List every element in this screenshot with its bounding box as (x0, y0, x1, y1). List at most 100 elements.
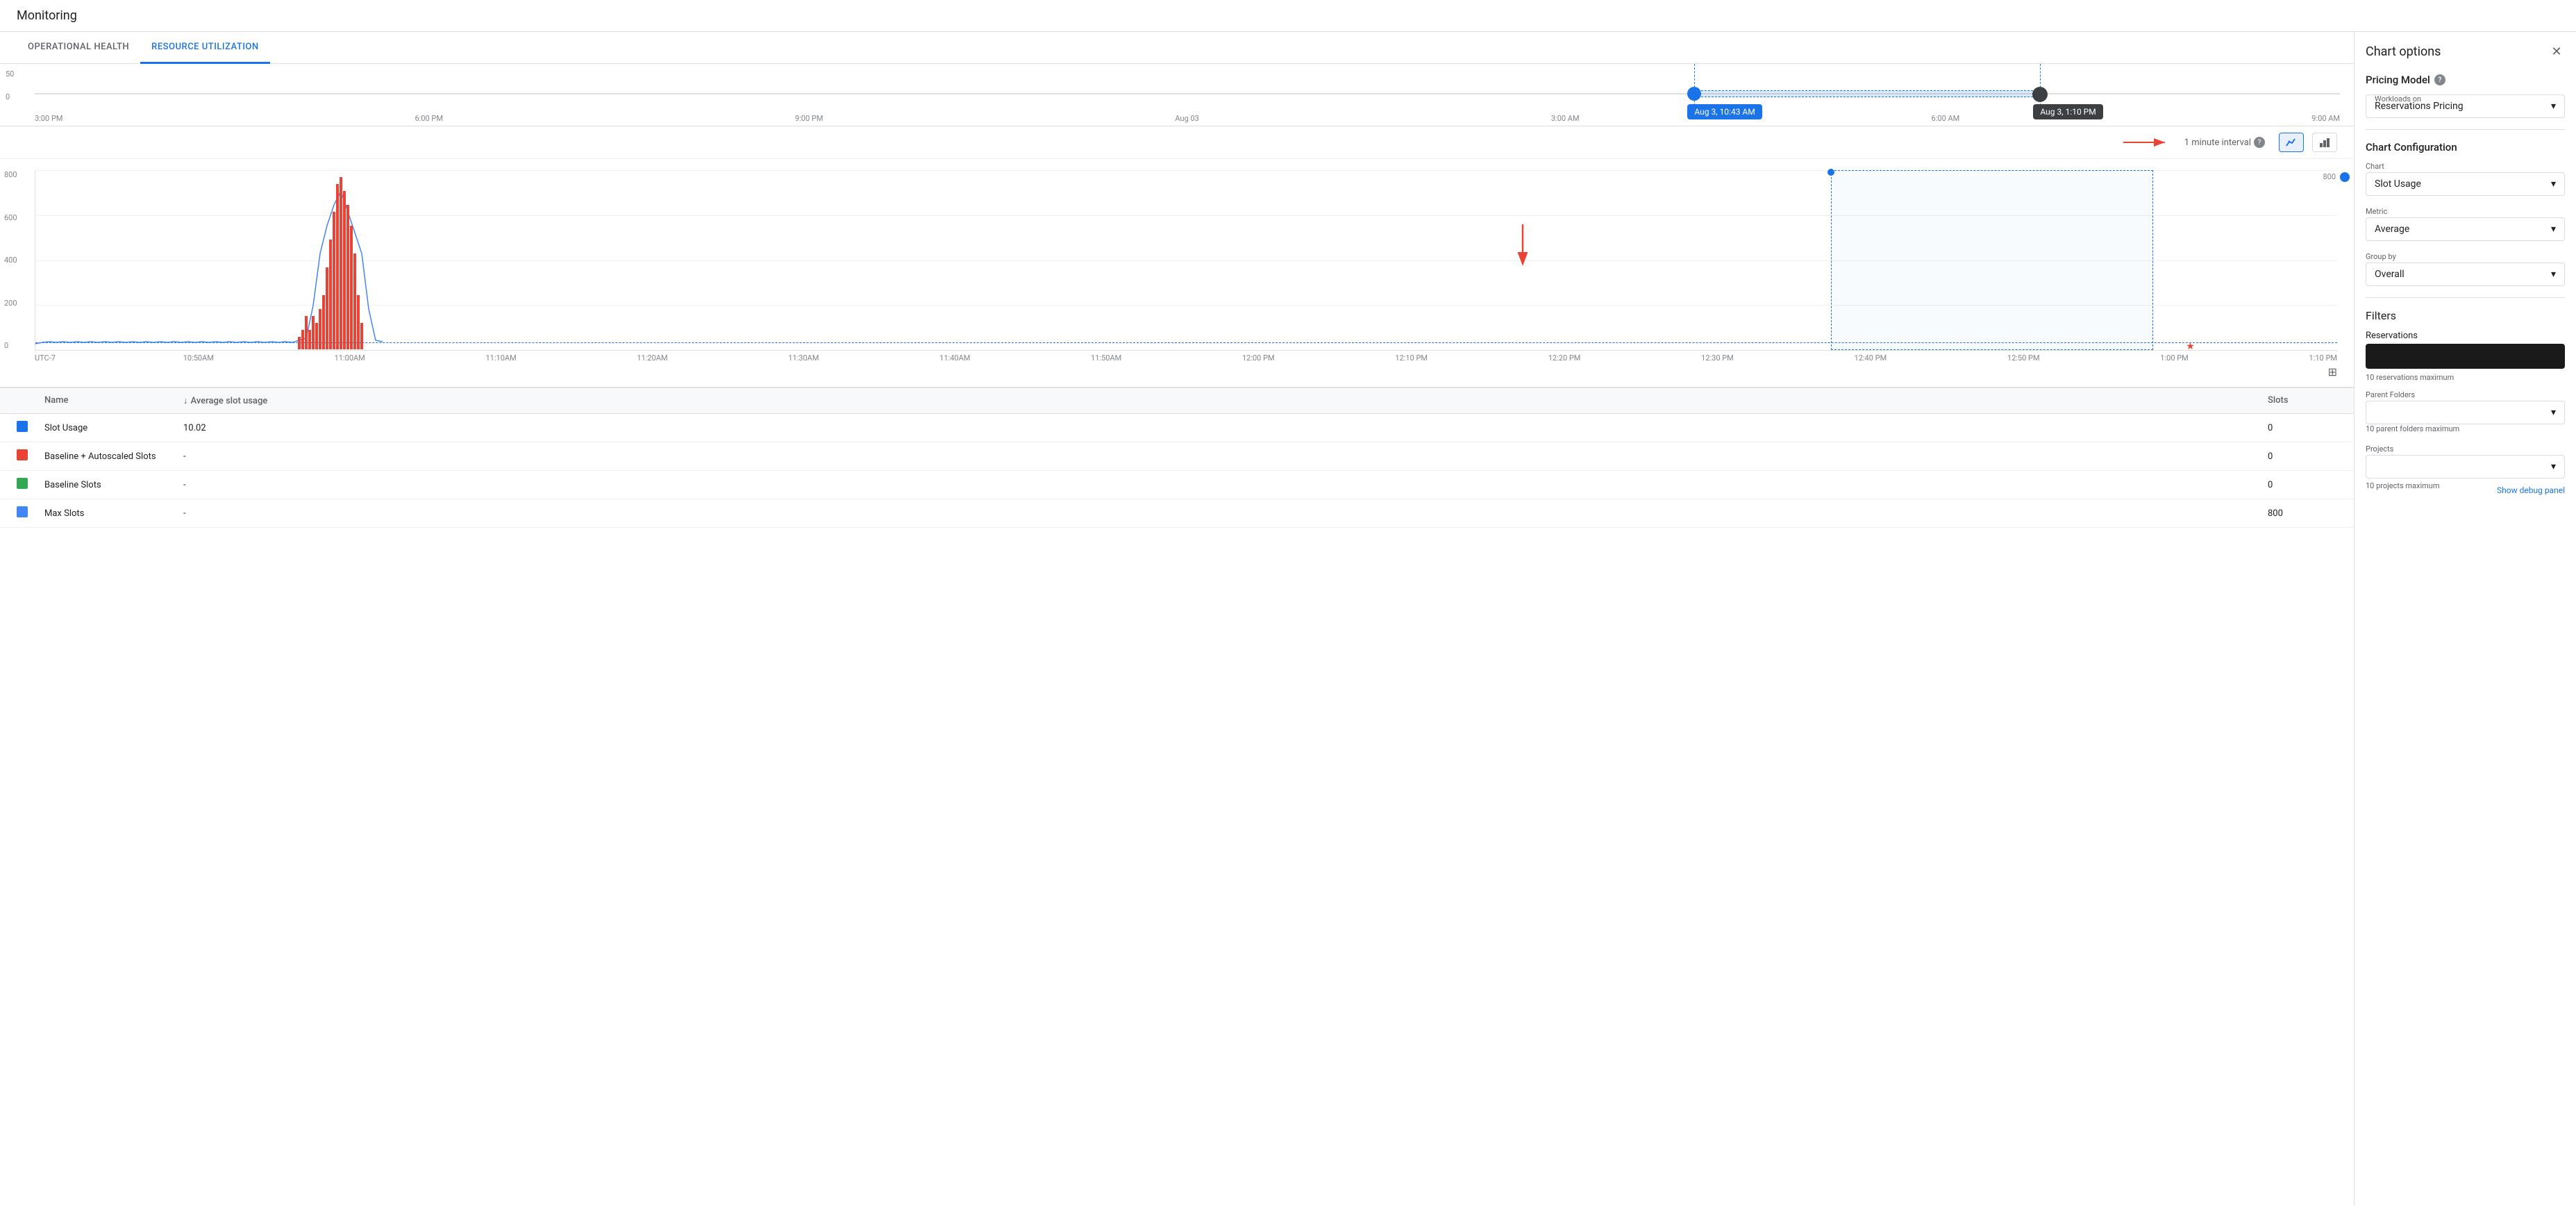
row2-avg: - (183, 451, 2268, 462)
divider-2 (2366, 297, 2565, 298)
projects-label: Projects (2366, 444, 2565, 453)
col-slots: Slots (2268, 395, 2337, 406)
chart-svg (35, 170, 2337, 350)
reservations-label: Reservations (2366, 331, 2565, 341)
x-1200pm: 12:00 PM (1242, 353, 1275, 363)
row3-slots: 0 (2268, 480, 2337, 490)
row3-color (17, 478, 44, 492)
group-by-label: Group by (2366, 252, 2565, 261)
filters-section: Filters Reservations 10 reservations max… (2366, 309, 2565, 499)
metric-chevron: ▾ (2551, 224, 2556, 235)
main-chart: 800 600 400 200 0 ★ (35, 170, 2337, 351)
y-400: 400 (4, 256, 17, 265)
x-label-6pm: 6:00 PM (415, 114, 442, 123)
chart-field-label: Chart (2366, 162, 2565, 171)
app-title: Monitoring (17, 8, 77, 23)
chart-x-row: UTC-7 10:50AM 11:00AM 11:10AM 11:20AM 11… (35, 353, 2337, 363)
y-max-dot (2340, 172, 2350, 182)
x-label-aug03: Aug 03 (1175, 114, 1198, 123)
y-0: 0 (4, 341, 17, 350)
pricing-model-title: Pricing Model ? (2366, 74, 2565, 86)
x-1250pm: 12:50 PM (2007, 353, 2040, 363)
table-row: Max Slots - 800 (0, 499, 2354, 528)
group-by-field: Group by Overall ▾ (2366, 252, 2565, 286)
interval-help-icon[interactable]: ? (2254, 137, 2265, 148)
group-by-select[interactable]: Overall ▾ (2366, 263, 2565, 286)
tab-resource-utilization[interactable]: RESOURCE UTILIZATION (140, 32, 269, 64)
table-row: Slot Usage 10.02 0 (0, 414, 2354, 442)
x-utc7: UTC-7 (35, 353, 62, 363)
x-1150am: 11:50AM (1091, 353, 1121, 363)
red-arrow-annotation (2123, 132, 2179, 153)
tabs-bar: OPERATIONAL HEALTH RESOURCE UTILIZATION (0, 32, 2354, 64)
close-panel-button[interactable]: ✕ (2548, 43, 2565, 60)
group-by-chevron: ▾ (2551, 269, 2556, 280)
x-label-9pm: 9:00 PM (795, 114, 823, 123)
row1-color (17, 421, 44, 435)
row3-name: Baseline Slots (44, 480, 183, 490)
interval-text: 1 minute interval (2184, 138, 2251, 148)
panel-title: Chart options (2366, 44, 2441, 59)
row4-color (17, 506, 44, 520)
overview-chart: 50 0 Aug 3, 10:43 AM Aug 3, 1:10 (0, 64, 2354, 126)
metric-select[interactable]: Average ▾ (2366, 217, 2565, 241)
x-1240pm: 12:40 PM (1855, 353, 1887, 363)
row1-slots: 0 (2268, 423, 2337, 433)
metric-value: Average (2375, 224, 2409, 235)
x-1100am: 11:00AM (335, 353, 365, 363)
workloads-chevron: ▾ (2551, 101, 2556, 112)
metric-label: Metric (2366, 207, 2565, 216)
workloads-field-label: Workloads on (2375, 94, 2421, 103)
x-100pm: 1:00 PM (2160, 353, 2188, 363)
range-handle-left[interactable] (1687, 87, 1701, 101)
y-800-label: 800 (2323, 172, 2336, 181)
overview-y-labels: 50 0 (6, 69, 14, 101)
panel-header: Chart options ✕ (2366, 43, 2565, 60)
projects-select[interactable]: ▾ (2366, 455, 2565, 478)
x-1220pm: 12:20 PM (1548, 353, 1581, 363)
x-1230pm: 12:30 PM (1701, 353, 1734, 363)
row4-avg: - (183, 508, 2268, 519)
bar-chart-btn[interactable] (2312, 133, 2337, 152)
filters-title: Filters (2366, 309, 2565, 322)
sort-down-icon: ↓ (183, 395, 188, 406)
row3-avg: - (183, 480, 2268, 490)
chart-config-title: Chart Configuration (2366, 141, 2565, 153)
chart-select[interactable]: Slot Usage ▾ (2366, 172, 2565, 196)
time-range-bar[interactable]: Aug 3, 10:43 AM Aug 3, 1:10 PM (35, 85, 2340, 106)
chart-chevron: ▾ (2551, 178, 2556, 190)
divider-1 (2366, 129, 2565, 130)
line-chart-icon (2285, 136, 2298, 149)
right-panel: Chart options ✕ Pricing Model ? Workload… (2354, 32, 2576, 1206)
y-label-50: 50 (6, 69, 14, 78)
workloads-select[interactable]: Workloads on Reservations Pricing ▾ (2366, 94, 2565, 118)
show-debug-panel-link[interactable]: Show debug panel (2497, 485, 2565, 495)
expand-chart-icon[interactable]: ⊞ (2328, 365, 2337, 378)
interval-label: 1 minute interval ? (2184, 137, 2265, 148)
chart-select-field: Chart Slot Usage ▾ (2366, 162, 2565, 196)
range-handle-right[interactable] (2032, 87, 2048, 102)
app-header: Monitoring (0, 0, 2576, 32)
tab-operational-health[interactable]: OPERATIONAL HEALTH (17, 32, 140, 64)
x-label-3am: 3:00 AM (1551, 114, 1580, 123)
col-color (17, 395, 44, 406)
reservations-filter-input[interactable] (2366, 344, 2565, 369)
col-avg: ↓ Average slot usage (183, 395, 2268, 406)
pricing-help-icon[interactable]: ? (2434, 74, 2445, 85)
y-label-0: 0 (6, 92, 14, 101)
x-1140am: 11:40AM (939, 353, 970, 363)
projects-field: Projects ▾ 10 projects maximum Show debu… (2366, 444, 2565, 499)
row4-slots: 800 (2268, 508, 2337, 519)
workloads-field: Workloads on Reservations Pricing ▾ (2366, 94, 2565, 118)
table-row: Baseline Slots - 0 (0, 471, 2354, 499)
y-800: 800 (4, 170, 17, 179)
chart-y-labels: 800 600 400 200 0 (4, 170, 17, 350)
x-label-6am: 6:00 AM (1932, 114, 1960, 123)
parent-folders-select[interactable]: ▾ (2366, 401, 2565, 424)
projects-chevron: ▾ (2551, 461, 2556, 472)
parent-folders-field: Parent Folders ▾ 10 parent folders maxim… (2366, 390, 2565, 433)
x-1130am: 11:30AM (788, 353, 819, 363)
x-label-3pm: 3:00 PM (35, 114, 62, 123)
main-chart-container: 800 600 400 200 0 ★ (0, 159, 2354, 381)
line-chart-btn[interactable] (2279, 133, 2304, 152)
